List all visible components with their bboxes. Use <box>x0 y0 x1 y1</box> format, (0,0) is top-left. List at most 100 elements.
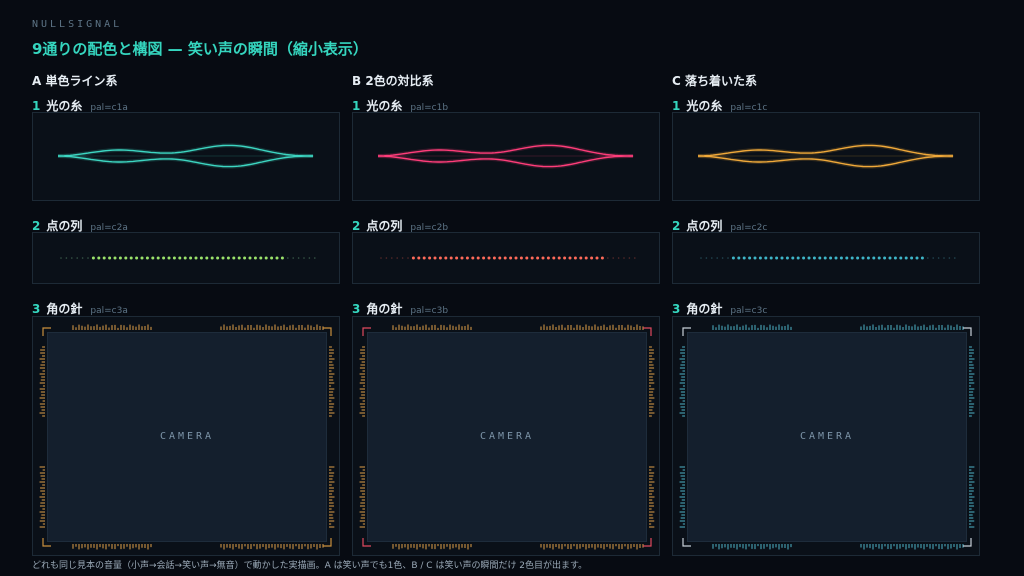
dot <box>81 257 84 259</box>
dot <box>742 256 746 260</box>
dot <box>237 256 241 260</box>
dot <box>87 257 89 259</box>
dot <box>438 256 442 260</box>
waveform-lines <box>57 143 314 169</box>
dot <box>243 256 247 260</box>
dot <box>573 256 577 260</box>
dot <box>519 256 523 260</box>
palette-code: pal=c3b <box>410 306 449 316</box>
dot <box>856 256 860 260</box>
row-name: 光の糸 <box>46 99 83 113</box>
dot <box>584 256 588 260</box>
row-number: 3 <box>352 302 361 316</box>
dot <box>509 256 513 260</box>
waveform-lines <box>377 143 634 169</box>
dot <box>590 256 594 260</box>
dot <box>487 256 491 260</box>
dot <box>910 256 914 260</box>
dot <box>920 256 924 260</box>
dot <box>97 256 101 260</box>
dot <box>140 256 144 260</box>
dot <box>579 256 583 260</box>
row-label-corner-needles: 3 角の針 pal=c3a <box>32 300 128 317</box>
row-name: 点の列 <box>366 219 403 233</box>
dot <box>595 256 599 260</box>
dot-row-preview <box>352 232 660 284</box>
dot <box>612 257 614 259</box>
dot <box>807 256 811 260</box>
dot <box>775 256 779 260</box>
waveform-glow <box>57 154 313 169</box>
waveform-lines <box>697 143 954 169</box>
dot <box>758 256 762 260</box>
dot <box>444 256 448 260</box>
dot <box>899 256 903 260</box>
dot <box>308 257 311 259</box>
dot <box>498 256 502 260</box>
dot <box>796 256 800 260</box>
dot <box>753 256 757 260</box>
dot <box>102 256 106 260</box>
dot <box>232 256 236 260</box>
dot <box>711 257 713 259</box>
dot <box>525 256 529 260</box>
dot <box>259 256 263 260</box>
row-name: 点の列 <box>46 219 83 233</box>
dot <box>385 257 388 259</box>
dot <box>391 257 393 259</box>
dot <box>600 256 604 260</box>
dot <box>178 256 182 260</box>
dot <box>948 257 951 259</box>
variant-column-c: C 落ち着いた系 1 光の糸 pal=c1c 2 点の列 pal=c2c 3 角の針 pal… <box>672 70 982 560</box>
palette-code: pal=c3c <box>730 306 768 316</box>
row-number: 3 <box>32 302 41 316</box>
camera-label: CAMERA <box>159 431 215 442</box>
dot <box>460 256 464 260</box>
dot <box>210 256 214 260</box>
dot <box>129 256 133 260</box>
dot <box>449 256 453 260</box>
dot <box>872 256 876 260</box>
dot <box>812 256 816 260</box>
footnote: どれも同じ見本の音量（小声→会話→笑い声→無音）で動かした実描画。A は笑い声で… <box>32 561 588 571</box>
row-label-corner-needles: 3 角の針 pal=c3c <box>672 300 767 317</box>
dot <box>292 257 295 259</box>
dot-row-preview <box>32 232 340 284</box>
column-heading: B 2色の対比系 <box>352 74 434 88</box>
column-heading: A 単色ライン系 <box>32 74 118 88</box>
dot <box>954 257 956 259</box>
dot <box>205 256 209 260</box>
dot <box>287 257 289 259</box>
dot <box>113 256 117 260</box>
dot <box>396 257 398 259</box>
dot <box>628 257 631 259</box>
dot <box>270 256 274 260</box>
dot <box>932 257 934 259</box>
dot <box>407 257 409 259</box>
page-title: 9通りの配色と構図 — 笑い声の瞬間（縮小表示） <box>32 40 368 58</box>
dot <box>471 256 475 260</box>
dot <box>607 257 609 259</box>
dot <box>401 257 404 259</box>
waveform-glow <box>697 143 953 158</box>
dot <box>503 256 507 260</box>
dot <box>91 256 95 260</box>
waveform-glow <box>697 154 953 169</box>
dot <box>156 256 160 260</box>
dot <box>124 256 128 260</box>
dot <box>866 256 870 260</box>
dot <box>151 256 155 260</box>
dot <box>893 256 897 260</box>
light-thread-preview <box>352 112 660 201</box>
dot <box>76 257 78 259</box>
camera-label: CAMERA <box>799 431 855 442</box>
dot <box>883 256 887 260</box>
camera-placeholder: CAMERA <box>47 332 327 542</box>
dot-sequence <box>380 256 636 260</box>
row-number: 2 <box>32 219 41 233</box>
dot <box>380 257 382 259</box>
dot <box>199 256 203 260</box>
dot <box>764 256 768 260</box>
row-name: 角の針 <box>686 302 723 316</box>
corner-needles-preview: CAMERA <box>352 316 660 556</box>
